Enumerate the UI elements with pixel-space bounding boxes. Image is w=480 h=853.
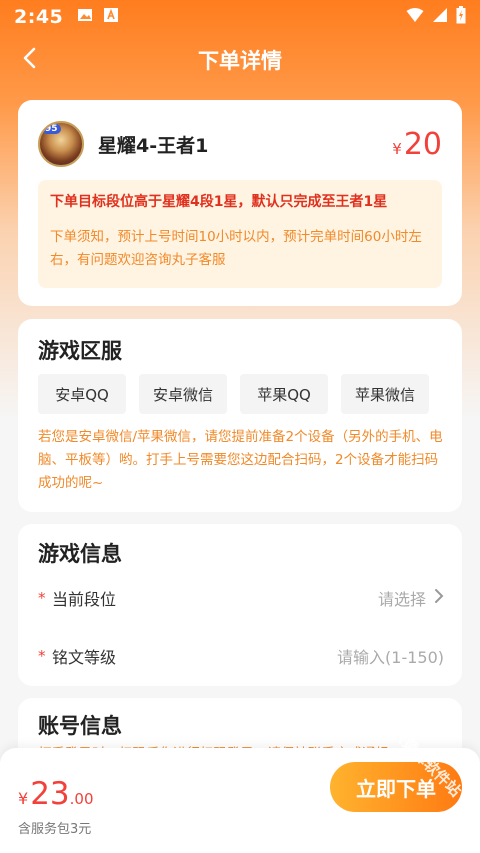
game-info-section-title: 游戏信息 <box>38 542 122 566</box>
current-rank-placeholder: 请选择 <box>377 590 426 609</box>
server-section-title: 游戏区服 <box>38 339 122 363</box>
hero-avatar: 95 <box>38 121 84 167</box>
server-tip: 若您是安卓微信/苹果微信，请您提前准备2个设备（另外的手机、电脑、平板等）哟。打… <box>38 429 443 491</box>
price-currency: ¥ <box>392 139 402 158</box>
rune-level-field[interactable]: * 铭文等级 请输入(1-150) <box>38 641 444 671</box>
required-mark: * <box>38 589 46 607</box>
bottom-order-bar: ¥ 23 .00 含服务包3元 立即下单 <box>0 748 480 853</box>
avatar-badge: 95 <box>42 124 61 134</box>
app-a-icon <box>103 7 119 27</box>
signal-icon <box>432 7 448 27</box>
current-rank-label: 当前段位 <box>52 590 117 609</box>
total-decimal: .00 <box>69 790 94 808</box>
back-button[interactable] <box>14 44 46 76</box>
total-integer: 23 <box>30 776 70 812</box>
order-notice: 下单目标段位高于星耀4段1星，默认只完成至王者1星 下单须知，预计上号时间10小… <box>38 180 442 288</box>
game-server-card: 游戏区服 安卓QQ 安卓微信 苹果QQ 苹果微信 若您是安卓微信/苹果微信，请您… <box>18 319 462 512</box>
total-price: ¥ 23 .00 <box>18 776 94 812</box>
nav-bar: 下单详情 <box>0 34 480 86</box>
server-option-ios-wechat[interactable]: 苹果微信 <box>341 374 429 414</box>
notice-main-text: 下单目标段位高于星耀4段1星，默认只完成至王者1星 <box>50 194 388 210</box>
required-mark: * <box>38 647 46 665</box>
chevron-right-icon <box>434 588 444 608</box>
page-title: 下单详情 <box>198 49 282 73</box>
rune-level-input[interactable]: 请输入(1-150) <box>337 644 444 668</box>
order-summary-card: 95 星耀4-王者1 ¥ 20 下单目标段位高于星耀4段1星，默认只完成至王者1… <box>18 100 462 306</box>
server-option-android-wechat[interactable]: 安卓微信 <box>139 374 227 414</box>
wifi-icon <box>406 7 424 27</box>
server-options: 安卓QQ 安卓微信 苹果QQ 苹果微信 <box>38 374 429 414</box>
battery-icon <box>456 6 466 28</box>
server-option-ios-qq[interactable]: 苹果QQ <box>240 374 328 414</box>
chevron-left-icon <box>22 46 38 74</box>
total-currency: ¥ <box>18 789 29 808</box>
service-fee-note: 含服务包3元 <box>18 822 92 837</box>
product-name: 星耀4-王者1 <box>98 134 209 157</box>
price-value: 20 <box>403 126 442 162</box>
status-bar: 2:45 <box>0 0 480 34</box>
game-info-card: 游戏信息 * 当前段位 请选择 * 铭文等级 请输入(1-150) <box>18 524 462 686</box>
gallery-icon <box>77 7 93 27</box>
server-option-android-qq[interactable]: 安卓QQ <box>38 374 126 414</box>
rune-level-label: 铭文等级 <box>52 648 117 667</box>
product-price: ¥ 20 <box>392 127 442 162</box>
notice-sub-text: 下单须知，预计上号时间10小时以内，预计完单时间60小时左右，有问题欢迎咨询丸子… <box>50 229 422 268</box>
account-section-title: 账号信息 <box>38 714 122 738</box>
current-rank-field[interactable]: * 当前段位 请选择 <box>38 583 444 613</box>
status-time: 2:45 <box>14 6 64 28</box>
product-row: 95 星耀4-王者1 ¥ 20 <box>38 120 442 168</box>
